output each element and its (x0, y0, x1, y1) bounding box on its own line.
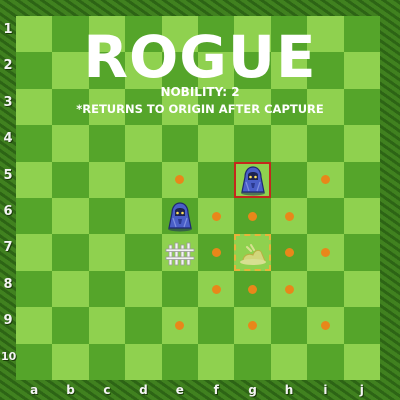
move-target-dot[interactable] (211, 211, 221, 221)
square-c4[interactable] (88, 125, 126, 162)
square-d8[interactable] (125, 270, 162, 308)
square-b9[interactable] (52, 307, 89, 344)
square-i10[interactable] (307, 343, 344, 380)
square-d7[interactable] (125, 234, 162, 271)
file-label: f (213, 383, 219, 397)
square-j4[interactable] (343, 125, 380, 162)
square-c8[interactable] (88, 270, 126, 308)
square-j10[interactable] (343, 343, 380, 380)
square-i8[interactable] (307, 270, 344, 308)
ghost-trail-icon (237, 237, 269, 269)
square-c9[interactable] (88, 307, 126, 344)
file-label: g (248, 383, 257, 397)
square-j9[interactable] (343, 307, 380, 344)
move-target-dot[interactable] (284, 211, 294, 221)
square-a8[interactable] (16, 270, 53, 308)
move-target-dot[interactable] (211, 284, 221, 294)
capture-rule-note: *RETURNS TO ORIGIN AFTER CAPTURE (76, 102, 324, 116)
rank-label: 4 (3, 131, 13, 147)
file-label: d (139, 383, 148, 397)
move-target-dot[interactable] (284, 284, 294, 294)
square-h4[interactable] (270, 125, 308, 162)
file-label: a (30, 383, 39, 397)
rank-label: 8 (3, 276, 13, 292)
square-e8[interactable] (161, 270, 198, 308)
square-a6[interactable] (16, 198, 53, 235)
square-i4[interactable] (307, 125, 344, 162)
square-h9[interactable] (270, 307, 308, 344)
square-d10[interactable] (125, 343, 162, 380)
nobility-value: NOBILITY: 2 (160, 85, 240, 99)
square-e10[interactable] (161, 343, 198, 380)
square-a4[interactable] (16, 125, 53, 162)
square-c6[interactable] (88, 198, 126, 235)
rank-label: 7 (3, 240, 13, 256)
square-b6[interactable] (52, 198, 89, 235)
square-a5[interactable] (16, 161, 53, 198)
move-target-dot[interactable] (248, 284, 258, 294)
square-b7[interactable] (52, 234, 89, 271)
rank-label: 6 (3, 204, 13, 219)
rank-label: 10 (1, 349, 17, 363)
move-target-dot[interactable] (284, 248, 294, 258)
square-d5[interactable] (125, 161, 162, 198)
square-b4[interactable] (52, 125, 89, 162)
square-g4[interactable] (234, 125, 271, 162)
square-c5[interactable] (88, 161, 126, 198)
square-j5[interactable] (343, 161, 380, 198)
square-a7[interactable] (16, 234, 53, 271)
move-target-dot[interactable] (248, 320, 258, 330)
square-d6[interactable] (125, 198, 162, 235)
square-c7[interactable] (88, 234, 126, 271)
hooded-figure-icon[interactable] (164, 200, 196, 232)
move-target-dot[interactable] (320, 320, 330, 330)
move-target-dot[interactable] (211, 248, 221, 258)
file-label: c (103, 383, 111, 397)
piece-title: ROGUE (83, 23, 317, 91)
square-f9[interactable] (198, 307, 235, 344)
square-f10[interactable] (198, 343, 235, 380)
square-c10[interactable] (88, 343, 126, 380)
square-a10[interactable] (16, 343, 53, 380)
file-label: j (359, 383, 364, 397)
square-j7[interactable] (343, 234, 380, 271)
square-b10[interactable] (52, 343, 89, 380)
square-e4[interactable] (161, 125, 198, 162)
square-j8[interactable] (343, 270, 380, 308)
square-f4[interactable] (198, 125, 235, 162)
move-target-dot[interactable] (320, 248, 330, 258)
file-label: i (323, 383, 328, 397)
square-b8[interactable] (52, 270, 89, 308)
square-i6[interactable] (307, 198, 344, 235)
square-d4[interactable] (125, 125, 162, 162)
square-g10[interactable] (234, 343, 271, 380)
square-a9[interactable] (16, 307, 53, 344)
file-label: e (175, 383, 184, 397)
square-h5[interactable] (270, 161, 308, 198)
square-j6[interactable] (343, 198, 380, 235)
fence-icon (164, 237, 196, 269)
file-label: h (284, 383, 294, 397)
rank-label: 9 (3, 313, 13, 329)
move-target-dot[interactable] (248, 211, 258, 221)
game-screen: 1 2 3 4 5 6 7 8 9 10 a b c d e f g h i j ROGUE NOBILITY: 2 … (0, 0, 400, 400)
rank-label: 5 (3, 167, 13, 183)
file-label: b (66, 383, 75, 397)
hooded-figure-icon[interactable] (237, 164, 269, 196)
square-h10[interactable] (270, 343, 308, 380)
square-d9[interactable] (125, 307, 162, 344)
square-b5[interactable] (52, 161, 89, 198)
square-f5[interactable] (198, 161, 235, 198)
